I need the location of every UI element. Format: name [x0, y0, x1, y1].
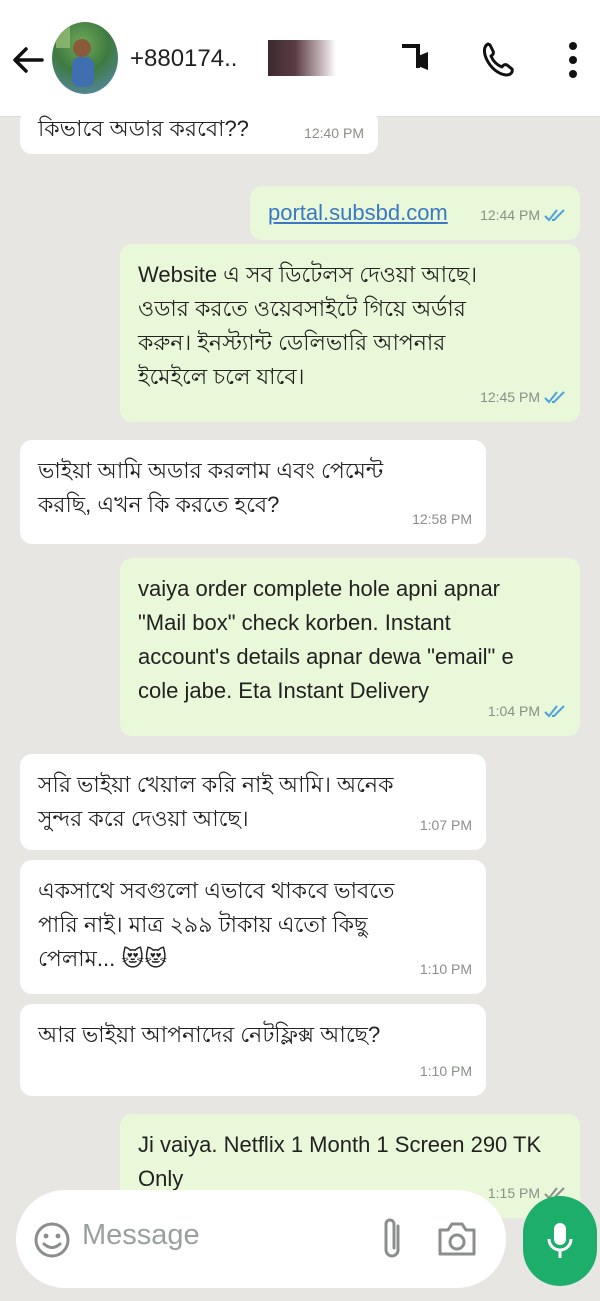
emoji-icon[interactable] — [32, 1220, 72, 1260]
message-incoming[interactable]: ভাইয়া আমি অডার করলাম এবং পেমেন্ট করছি, … — [20, 440, 486, 544]
message-input[interactable] — [80, 1218, 354, 1253]
message-outgoing[interactable]: portal.subsbd.com 12:44 PM — [250, 186, 580, 240]
voice-message-button[interactable] — [523, 1196, 597, 1286]
message-text: vaiya order complete hole apni apnar "Ma… — [138, 576, 514, 703]
more-vertical-icon[interactable] — [566, 40, 580, 80]
double-check-icon — [544, 391, 565, 404]
message-text: সরি ভাইয়া খেয়াল করি নাই আমি। অনেক সুন্… — [38, 772, 394, 831]
message-incoming[interactable]: সরি ভাইয়া খেয়াল করি নাই আমি। অনেক সুন্… — [20, 754, 486, 850]
chat-header: +880174.. — [0, 0, 600, 117]
double-check-icon — [544, 209, 565, 222]
message-time: 1:10 PM — [419, 1063, 472, 1079]
message-time: 12:45 PM — [480, 389, 540, 405]
message-text: Website এ সব ডিটেলস দেওয়া আছে। ওডার করত… — [138, 262, 478, 389]
attachment-icon[interactable] — [378, 1216, 406, 1262]
message-time: 12:40 PM — [304, 125, 364, 141]
message-incoming[interactable]: কিভাবে অডার করবো?? 12:40 PM — [20, 110, 378, 154]
contact-name[interactable]: +880174.. — [130, 45, 237, 73]
message-incoming[interactable]: একসাথে সবগুলো এভাবে থাকবে ভাবতে পারি নাই… — [20, 860, 486, 994]
contact-avatar[interactable] — [52, 22, 118, 94]
message-time: 12:44 PM — [480, 207, 540, 223]
message-compose-bar — [16, 1190, 506, 1288]
microphone-icon — [547, 1223, 573, 1258]
message-time: 1:15 PM — [487, 1185, 540, 1201]
message-time: 1:10 PM — [419, 961, 472, 977]
double-check-icon — [544, 705, 565, 718]
message-time: 1:04 PM — [487, 703, 540, 719]
phone-icon[interactable] — [478, 40, 518, 80]
message-time: 12:58 PM — [412, 511, 472, 527]
message-outgoing[interactable]: Website এ সব ডিটেলস দেওয়া আছে। ওডার করত… — [120, 244, 580, 422]
message-outgoing[interactable]: vaiya order complete hole apni apnar "Ma… — [120, 558, 580, 736]
message-text: একসাথে সবগুলো এভাবে থাকবে ভাবতে পারি নাই… — [38, 878, 395, 971]
message-incoming[interactable]: আর ভাইয়া আপনাদের নেটফ্লিক্স আছে? 1:10 P… — [20, 1004, 486, 1096]
camera-icon[interactable] — [436, 1220, 478, 1258]
back-arrow-icon[interactable] — [8, 40, 48, 80]
video-call-icon[interactable] — [398, 40, 434, 76]
message-time: 1:07 PM — [419, 817, 472, 833]
message-list: কিভাবে অডার করবো?? 12:40 PM portal.subsb… — [0, 110, 600, 1218]
message-text: আর ভাইয়া আপনাদের নেটফ্লিক্স আছে? — [38, 1022, 381, 1047]
message-text: ভাইয়া আমি অডার করলাম এবং পেমেন্ট করছি, … — [38, 458, 384, 517]
redaction-block — [268, 40, 336, 76]
